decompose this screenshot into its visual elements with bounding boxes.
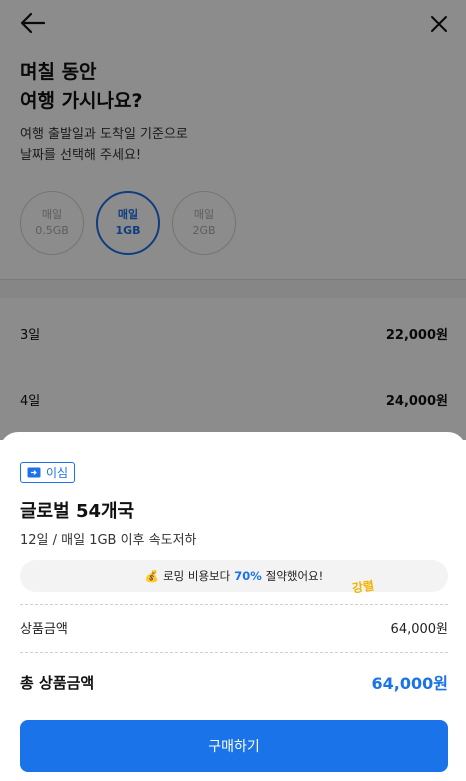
savings-banner: 💰 로밍 비용보다 70% 절약했어요! [20,560,448,592]
subtotal-label: 상품금액 [20,622,68,637]
total-value: 64,000원 [371,674,448,693]
savings-prefix: 로밍 비용보다 [163,569,231,583]
total-label: 총 상품금액 [20,673,95,692]
purchase-bottom-sheet: 이심 글로벌 54개국 12일 / 매일 1GB 이후 속도저하 💰 로밍 비용… [0,432,466,781]
savings-suffix: 절약했어요! [265,569,324,583]
subtotal-value: 64,000원 [390,622,448,637]
esim-tag: 이심 [20,462,76,483]
sticker-badge: 강렬 [351,578,376,596]
dashed-divider [20,604,448,605]
modal-overlay[interactable] [0,0,466,440]
esim-card-icon [27,467,41,478]
purchase-button[interactable]: 구매하기 [20,720,448,772]
product-description: 12일 / 매일 1GB 이후 속도저하 [20,533,197,548]
travel-duration-page: 며칠 동안 여행 가시나요? 여행 출발일과 도착일 기준으로 날짜를 선택해 … [0,0,466,781]
total-row: 총 상품금액 64,000원 [20,670,448,694]
savings-percent: 70% [234,569,262,583]
subtotal-row: 상품금액 64,000원 [20,618,448,637]
esim-tag-label: 이심 [46,466,69,480]
product-name: 글로벌 54개국 [20,501,135,522]
dashed-divider [20,652,448,653]
money-bag-icon: 💰 [144,569,160,583]
